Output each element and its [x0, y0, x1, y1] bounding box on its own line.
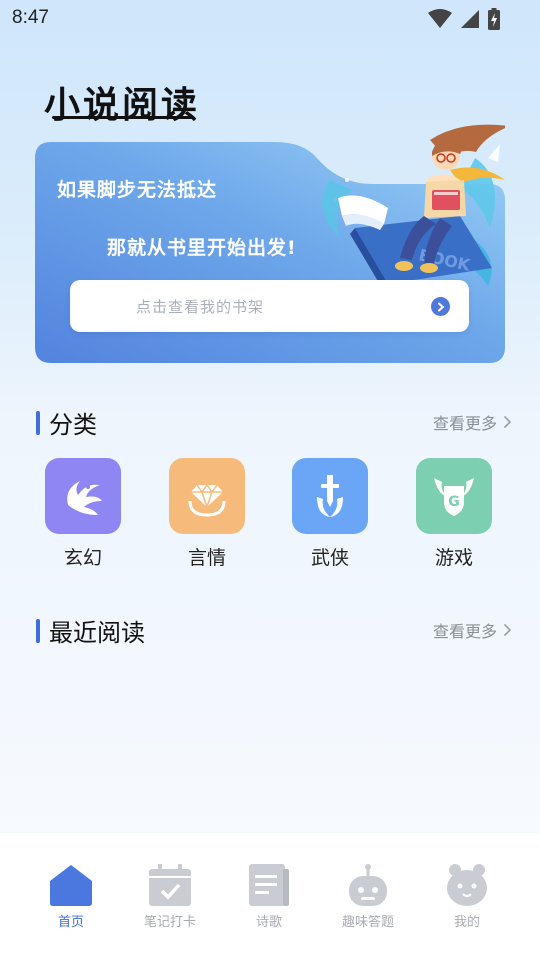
bottom-navigation: 首页 笔记打卡 诗歌 趣味答题 我的 [0, 833, 540, 960]
robot-icon [349, 864, 387, 906]
banner-slogan-line2: 那就从书里开始出发! [107, 237, 297, 259]
nav-fun-quiz[interactable]: 趣味答题 [323, 863, 413, 930]
chevron-right-icon [503, 415, 512, 429]
recent-section-title: 最近阅读 [49, 619, 145, 647]
status-bar: 8:47 [0, 0, 540, 38]
game-shield-icon: G [416, 458, 492, 534]
category-label: 游戏 [434, 547, 473, 569]
reading-girl-illustration: BOOK [322, 124, 505, 288]
chevron-right-icon [503, 623, 512, 637]
status-icons [428, 8, 500, 30]
nav-label: 趣味答题 [341, 915, 394, 930]
category-section-header: 分类 查看更多 [36, 405, 512, 441]
bookshelf-search-bar[interactable]: 点击查看我的书架 [70, 280, 469, 332]
category-youxi[interactable]: G 游戏 [414, 458, 494, 570]
signal-icon [461, 10, 479, 28]
phoenix-icon [45, 458, 121, 534]
nav-label: 诗歌 [255, 915, 282, 930]
category-yanqing[interactable]: 言情 [167, 458, 247, 570]
nav-poetry[interactable]: 诗歌 [224, 863, 314, 930]
category-section-title: 分类 [49, 411, 97, 439]
banner-slogan-line1: 如果脚步无法抵达 [57, 179, 218, 201]
nav-home[interactable]: 首页 [26, 863, 116, 930]
banner: BOOK 如果脚步无法抵达 那就从书里开始出发! 点击查看我的书架 [35, 118, 505, 363]
sword-icon [292, 458, 368, 534]
document-icon [249, 864, 289, 906]
category-label: 武侠 [310, 547, 349, 569]
calendar-check-icon [149, 864, 191, 906]
diamond-ring-icon [169, 458, 245, 534]
category-list: 玄幻 言情 武侠 G 游戏 [0, 458, 540, 578]
recent-view-more-link[interactable]: 查看更多 [433, 618, 512, 642]
mascot-icon [447, 864, 487, 906]
view-more-label: 查看更多 [432, 414, 497, 433]
wifi-icon [428, 9, 452, 28]
category-view-more-link[interactable]: 查看更多 [433, 410, 512, 434]
battery-charging-icon [488, 8, 500, 30]
bookshelf-search-placeholder: 点击查看我的书架 [136, 298, 265, 316]
home-icon [50, 865, 92, 906]
svg-text:G: G [448, 494, 460, 510]
nav-label: 笔记打卡 [143, 915, 196, 930]
category-wuxia[interactable]: 武侠 [290, 458, 370, 570]
status-time: 8:47 [12, 7, 49, 28]
arrow-right-icon[interactable] [431, 297, 450, 316]
nav-label: 我的 [453, 915, 480, 930]
nav-notes-checkin[interactable]: 笔记打卡 [125, 863, 215, 930]
category-label: 言情 [187, 547, 226, 569]
section-accent-bar [36, 411, 40, 435]
section-accent-bar [36, 619, 40, 643]
category-xuanhuan[interactable]: 玄幻 [43, 458, 123, 570]
category-label: 玄幻 [63, 547, 102, 569]
nav-label: 首页 [57, 915, 84, 930]
recent-section-header: 最近阅读 查看更多 [36, 613, 512, 649]
nav-mine[interactable]: 我的 [422, 863, 512, 930]
view-more-label: 查看更多 [432, 622, 497, 641]
